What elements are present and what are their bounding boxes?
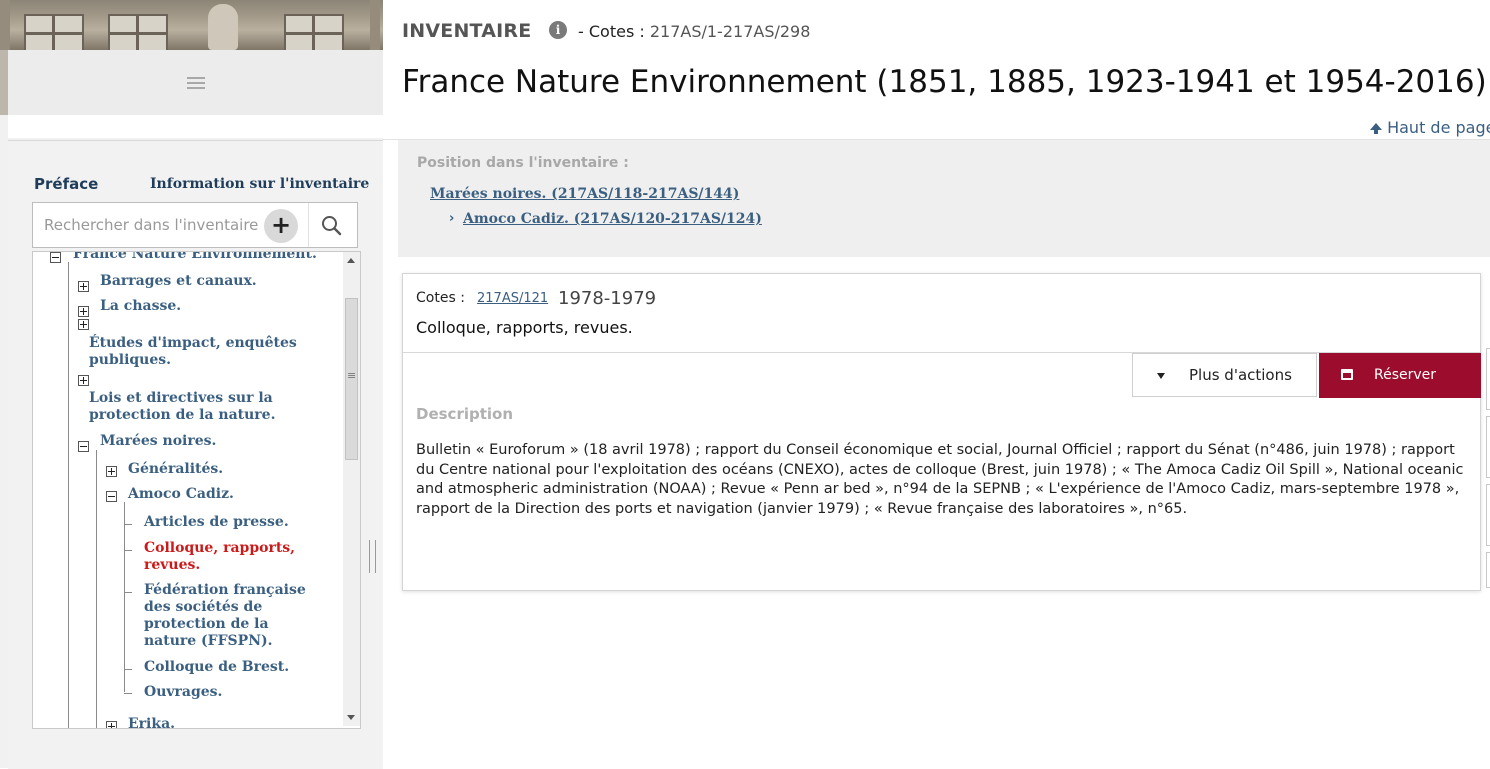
tree-node-leaf[interactable]: Ouvrages. (144, 684, 222, 701)
description-text: Bulletin « Euroforum » (18 avril 1978) ;… (416, 442, 1464, 517)
add-search-criteria-button[interactable]: + (264, 209, 298, 243)
tree-node-leaf[interactable]: Colloque de Brest. (144, 659, 289, 676)
tree-connector (124, 550, 132, 551)
menu-bar (8, 50, 383, 115)
search-divider (308, 203, 309, 247)
tree-connector (68, 262, 69, 728)
left-panel: Préface Information sur l'inventaire + F… (0, 0, 383, 769)
spacer (8, 115, 383, 138)
calendar-icon (1341, 369, 1353, 380)
side-tab[interactable] (1486, 552, 1490, 588)
tree-connector (124, 524, 132, 525)
chevron-right-icon: › (449, 211, 455, 226)
search-input[interactable] (44, 215, 259, 235)
tree-node[interactable]: Erika. (128, 716, 175, 728)
banner-window (24, 14, 84, 50)
tree-connector (124, 502, 125, 692)
tree-node[interactable]: Marées noires. (100, 433, 216, 450)
tree-connector (124, 693, 132, 694)
expand-toggle-icon[interactable] (106, 466, 117, 477)
collapse-toggle-icon[interactable] (78, 441, 89, 452)
expand-toggle-icon[interactable] (78, 375, 89, 386)
side-tab[interactable] (1486, 484, 1490, 546)
tree-node[interactable]: Barrages et canaux. (100, 273, 257, 290)
tree-node[interactable]: Généralités. (128, 461, 223, 478)
header-banner-image (0, 0, 383, 50)
tree-connector (124, 592, 132, 593)
banner-statue (208, 4, 238, 50)
reserve-button[interactable]: Réserver (1319, 353, 1481, 398)
record-title: Colloque, rapports, revues. (416, 318, 633, 337)
more-actions-button[interactable]: Plus d'actions (1132, 353, 1317, 397)
tree-node[interactable]: La chasse. (100, 298, 181, 315)
more-actions-label: Plus d'actions (1189, 366, 1292, 384)
tree-connector (124, 669, 132, 670)
section-label: INVENTAIRE (402, 20, 532, 42)
inventory-tree-panel: Préface Information sur l'inventaire + F… (8, 140, 383, 769)
expand-toggle-icon[interactable] (78, 319, 89, 330)
record-cotes-label: Cotes : (416, 290, 465, 306)
tree-node[interactable]: Amoco Cadiz. (128, 486, 234, 503)
expand-toggle-icon[interactable] (78, 281, 89, 292)
collapse-toggle-icon[interactable] (50, 252, 61, 263)
banner-pillar (0, 0, 10, 50)
expand-toggle-icon[interactable] (78, 306, 89, 317)
tree-node-root[interactable]: France Nature Environnement. (73, 252, 317, 263)
page-title: France Nature Environnement (1851, 1885,… (402, 64, 1487, 100)
position-link-level1[interactable]: Marées noires. (217AS/118-217AS/144) (430, 186, 739, 202)
tree-node[interactable]: Lois et directives sur la protection de … (89, 390, 304, 424)
tree-node-leaf-active[interactable]: Colloque, rapports, revues. (144, 540, 314, 574)
record-cote-link[interactable]: 217AS/121 (477, 291, 548, 306)
panel-resize-handle[interactable] (369, 540, 376, 573)
arrow-up-icon-stem (1374, 128, 1378, 134)
hamburger-menu-icon[interactable] (186, 76, 205, 89)
back-to-top-link[interactable]: Haut de page (1370, 118, 1490, 137)
side-tab[interactable] (1486, 416, 1490, 478)
tab-inventory-info[interactable]: Information sur l'inventaire (150, 176, 369, 192)
back-to-top-label: Haut de page (1387, 118, 1490, 137)
inventory-tree: France Nature Environnement. Barrages et… (32, 251, 361, 729)
tree-node-leaf[interactable]: Fédération française des sociétés de pro… (144, 582, 319, 650)
banner-pillar (370, 0, 380, 50)
caret-down-icon (1157, 373, 1165, 379)
banner-window (108, 14, 168, 50)
inventory-search-box: + (32, 202, 358, 248)
tab-preface[interactable]: Préface (34, 175, 98, 193)
banner-window (284, 14, 344, 50)
reserve-label: Réserver (1374, 367, 1437, 383)
tree-connector (96, 450, 97, 728)
expand-toggle-icon[interactable] (106, 721, 117, 728)
tree-node-leaf[interactable]: Articles de presse. (144, 514, 289, 531)
description-heading: Description (416, 405, 514, 423)
scroll-down-arrow-icon[interactable] (347, 715, 355, 720)
collapse-toggle-icon[interactable] (106, 491, 117, 502)
side-tab[interactable] (1486, 348, 1490, 410)
position-title: Position dans l'inventaire : (417, 155, 629, 171)
side-toolbar-edge (1486, 348, 1490, 588)
cotes-range-value: 217AS/1-217AS/298 (649, 22, 811, 41)
inventory-position-box: Position dans l'inventaire : Marées noir… (398, 140, 1490, 257)
scrollbar-thumb[interactable] (345, 298, 358, 460)
position-link-level2[interactable]: Amoco Cadiz. (217AS/120-217AS/124) (463, 211, 762, 227)
search-icon[interactable] (319, 213, 345, 239)
tree-node[interactable]: Études d'impact, enquêtes publiques. (89, 335, 319, 369)
cotes-prefix: - Cotes : (578, 22, 645, 41)
record-card: Cotes : 217AS/121 1978-1979 Colloque, ra… (402, 273, 1481, 591)
info-icon[interactable]: i (549, 21, 567, 39)
record-dates: 1978-1979 (558, 288, 657, 309)
scroll-up-arrow-icon[interactable] (347, 258, 355, 263)
tree-scrollbar[interactable] (343, 252, 360, 726)
cotes-range: - Cotes : 217AS/1-217AS/298 (578, 22, 810, 41)
banner-edge (0, 50, 8, 115)
